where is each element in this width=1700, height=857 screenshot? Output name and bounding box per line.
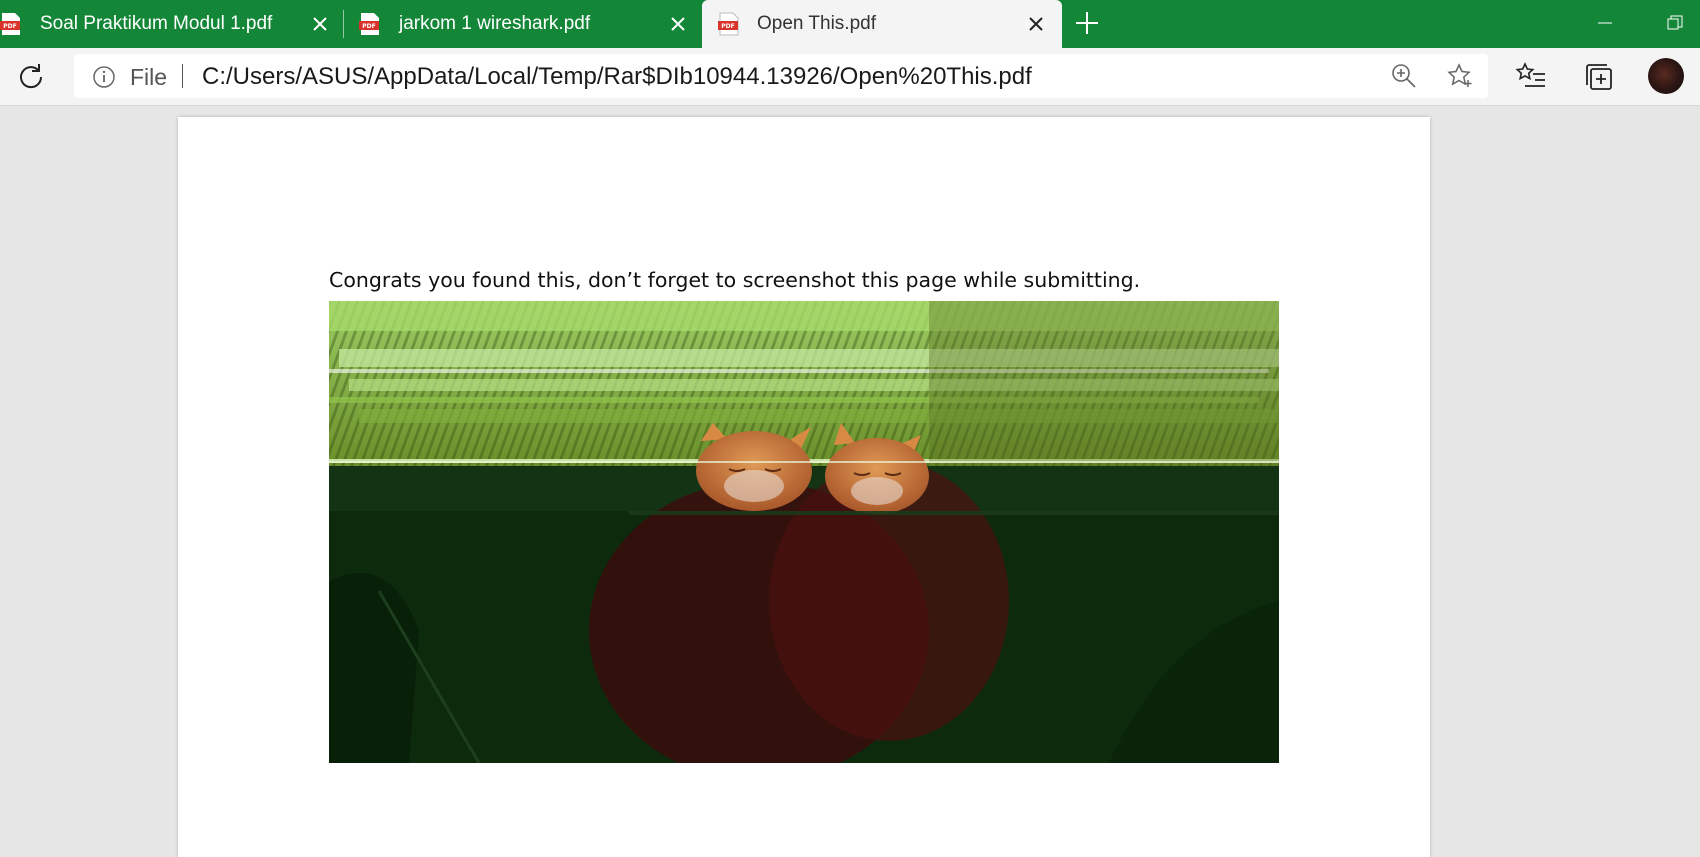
tab-title: Soal Praktikum Modul 1.pdf [40, 13, 273, 34]
minimize-icon[interactable] [1590, 8, 1620, 38]
glitched-cat-photo [329, 301, 1279, 763]
address-divider [182, 64, 183, 88]
url-text[interactable]: C:/Users/ASUS/AppData/Local/Temp/Rar$DIb… [202, 63, 1032, 91]
browser-toolbar: File C:/Users/ASUS/AppData/Local/Temp/Ra… [0, 48, 1700, 106]
tab-open-this[interactable]: PDF Open This.pdf [702, 0, 1062, 48]
page-message: Congrats you found this, don’t forget to… [329, 268, 1141, 292]
pdf-file-icon: PDF [718, 12, 739, 36]
pdf-file-icon: PDF [0, 13, 20, 35]
collections-icon[interactable] [1582, 60, 1616, 94]
tab-title: jarkom 1 wireshark.pdf [399, 13, 591, 34]
svg-text:PDF: PDF [362, 23, 375, 30]
close-icon[interactable] [306, 10, 334, 38]
refresh-icon[interactable] [14, 60, 48, 94]
info-icon[interactable] [92, 65, 116, 89]
tab-title: Open This.pdf [757, 13, 877, 34]
pdf-file-icon: PDF [359, 13, 379, 35]
favorites-list-icon[interactable] [1514, 60, 1548, 94]
tab-jarkom-wireshark[interactable]: PDF jarkom 1 wireshark.pdf [344, 0, 702, 48]
tab-soal-praktikum[interactable]: PDF Soal Praktikum Modul 1.pdf [0, 0, 343, 48]
pdf-page: Congrats you found this, don’t forget to… [178, 117, 1430, 857]
star-icon[interactable] [1446, 62, 1474, 90]
tab-strip: PDF Soal Praktikum Modul 1.pdf PDF jarko… [0, 0, 1700, 48]
avatar[interactable] [1648, 58, 1684, 94]
restore-icon[interactable] [1660, 8, 1690, 38]
close-icon[interactable] [1022, 10, 1050, 38]
scheme-label: File [130, 64, 168, 90]
address-bar[interactable]: File C:/Users/ASUS/AppData/Local/Temp/Ra… [74, 54, 1488, 98]
zoom-in-icon[interactable] [1390, 62, 1418, 90]
svg-text:PDF: PDF [3, 23, 16, 30]
close-icon[interactable] [664, 10, 692, 38]
plus-icon[interactable] [1072, 8, 1102, 38]
svg-text:PDF: PDF [721, 23, 734, 30]
pdf-viewer: Congrats you found this, don’t forget to… [0, 107, 1700, 857]
